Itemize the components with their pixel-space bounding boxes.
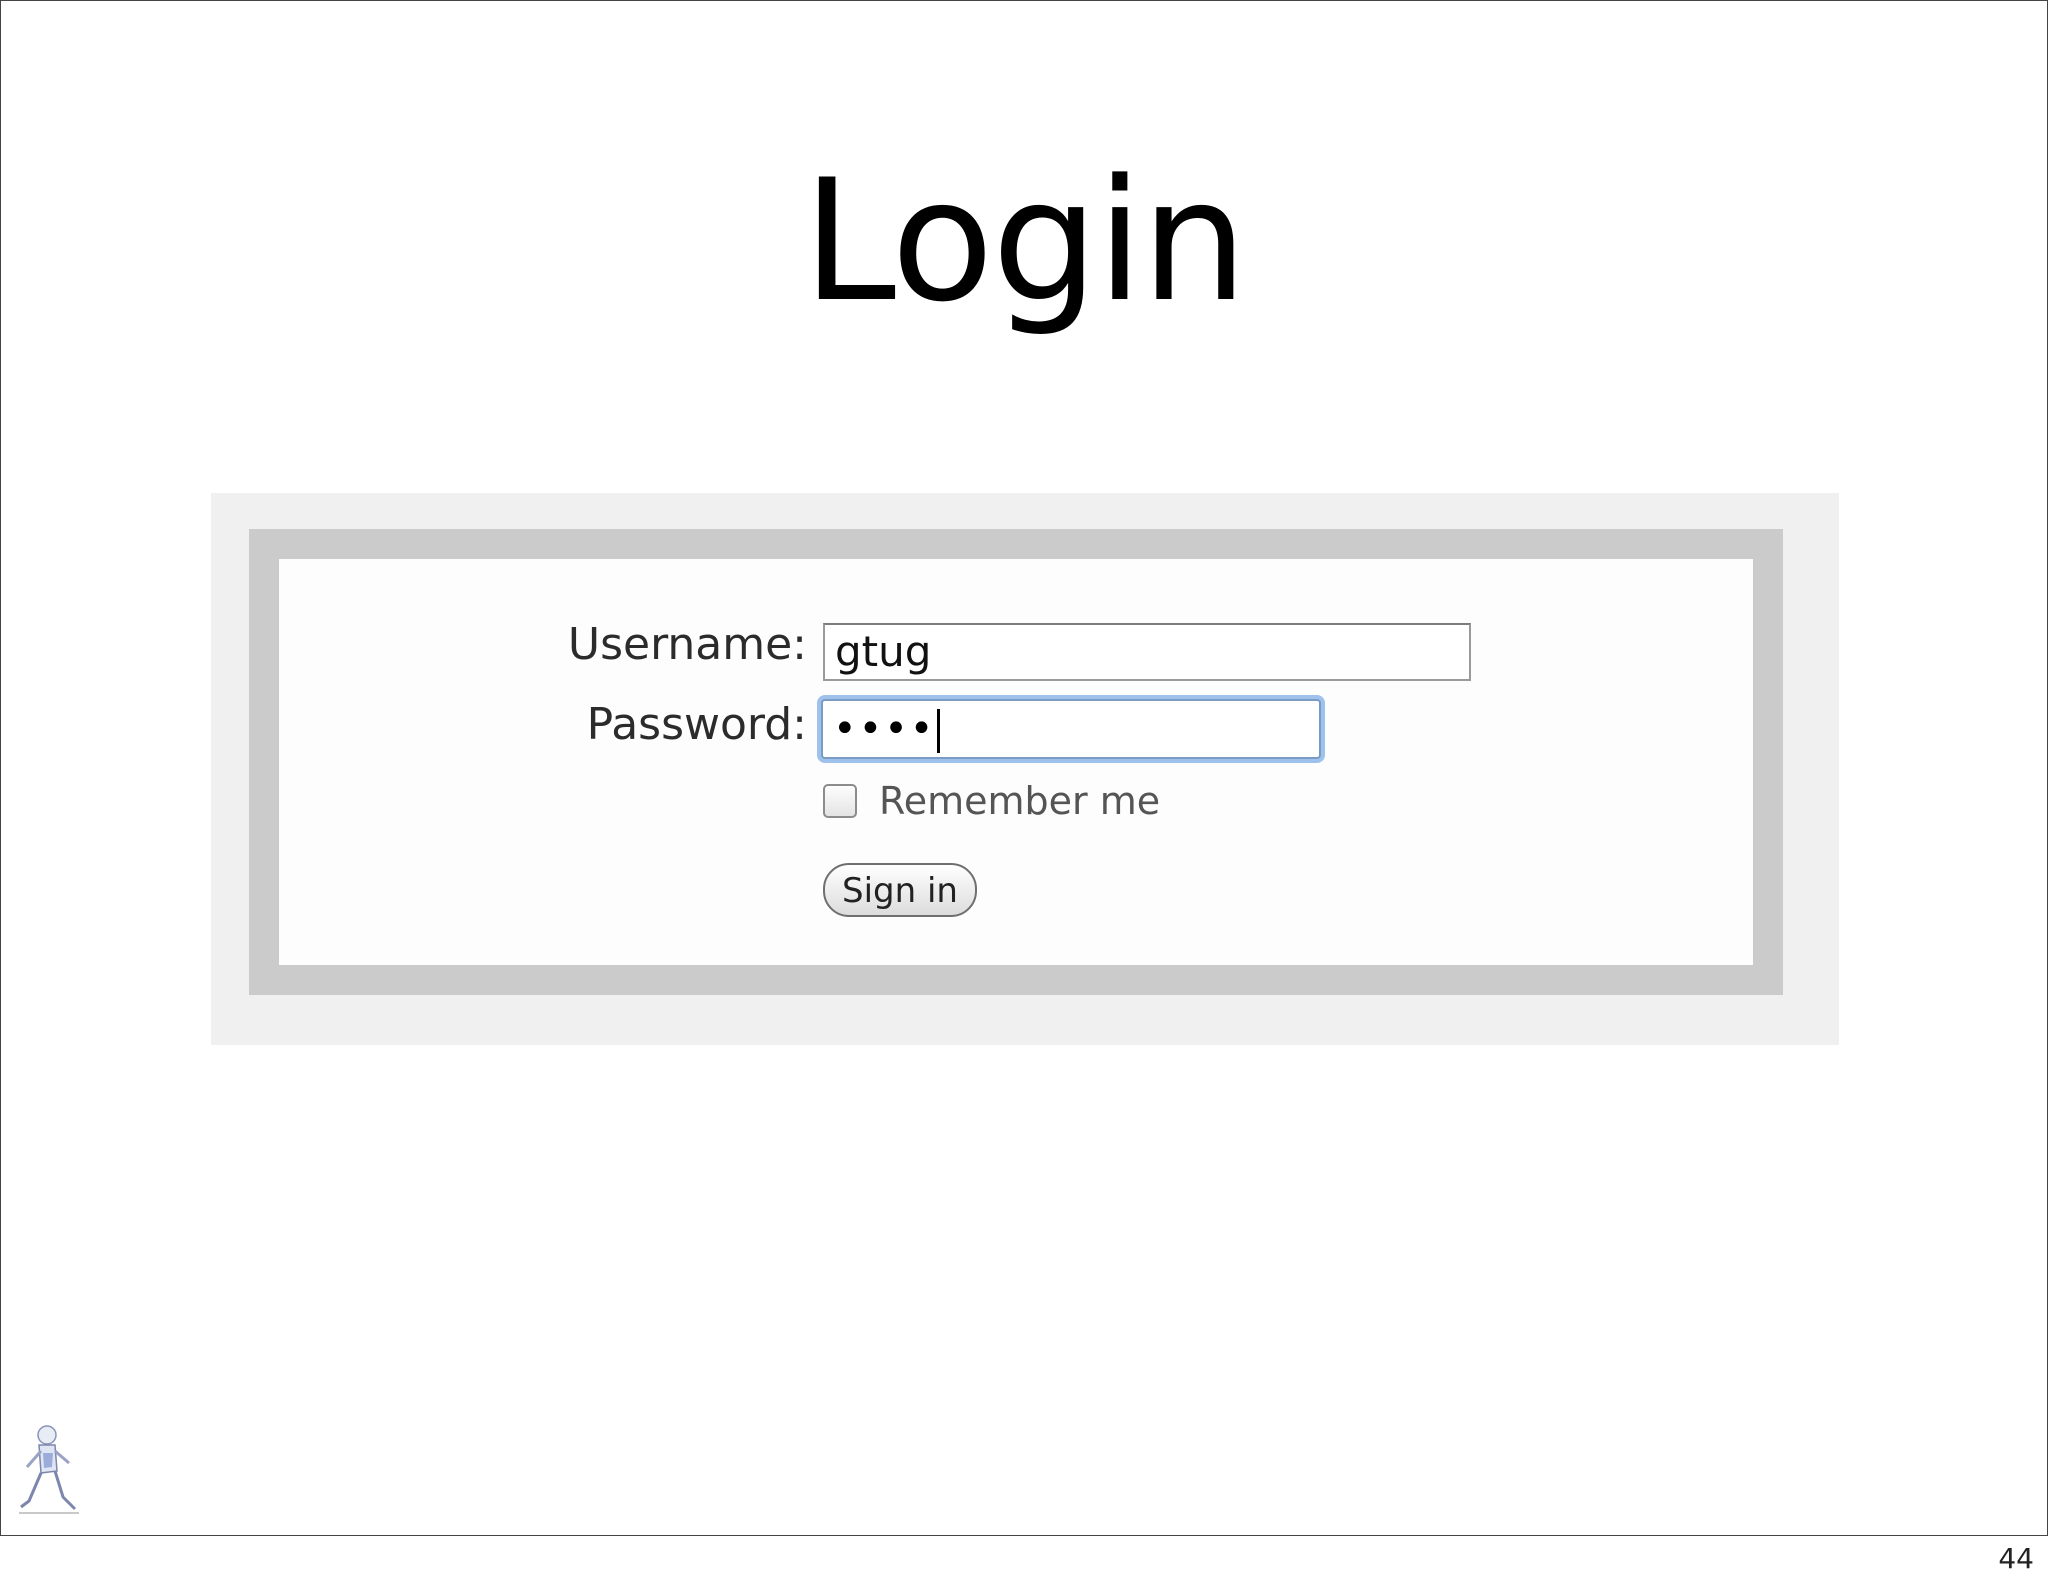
username-input[interactable]: gtug [823,623,1471,681]
login-screenshot-frame: Username: gtug Password: •••• Remember m… [211,493,1839,1045]
remember-me-checkbox[interactable] [823,784,857,818]
text-caret [937,709,941,753]
remember-me-row[interactable]: Remember me [823,779,1160,823]
login-panel: Username: gtug Password: •••• Remember m… [249,529,1783,995]
password-masked-value: •••• [833,706,936,752]
slide: Login Username: gtug Password: •••• Reme… [0,0,2048,1536]
username-label: Username: [567,619,807,670]
remember-me-label[interactable]: Remember me [879,779,1160,823]
sign-in-button[interactable]: Sign in [823,863,977,917]
runner-mascot-icon [17,1423,83,1517]
password-input[interactable]: •••• [821,699,1321,759]
password-label: Password: [586,699,807,750]
page-number: 44 [1998,1542,2034,1575]
slide-title: Login [802,143,1247,339]
